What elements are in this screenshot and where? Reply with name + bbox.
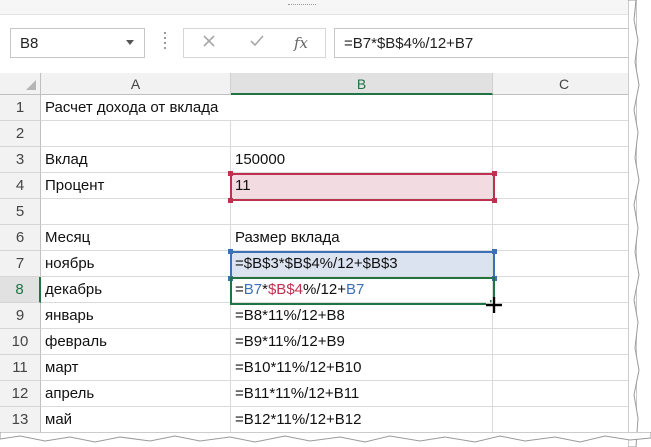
row-header[interactable]: 7	[0, 251, 41, 277]
cell-a3[interactable]: Вклад	[41, 147, 231, 173]
cell-a10[interactable]: февраль	[41, 329, 231, 355]
formula-part: $B$4	[267, 281, 304, 298]
row-header[interactable]: 9	[0, 303, 41, 329]
cell-a6[interactable]: Месяц	[41, 225, 231, 251]
formula-part: =	[235, 281, 244, 298]
cell-b2[interactable]	[231, 121, 493, 147]
cell-b10[interactable]: =B9*11%/12+B9	[231, 329, 493, 355]
name-box-value: B8	[20, 35, 39, 52]
cell-b9[interactable]: =B8*11%/12+B8	[231, 303, 493, 329]
column-header-a[interactable]: A	[41, 73, 231, 95]
row-header[interactable]: 12	[0, 381, 41, 407]
cell-a13[interactable]: май	[41, 407, 231, 433]
name-box[interactable]: B8	[10, 28, 145, 58]
worksheet-grid[interactable]: A B C 1 Расчет дохода от вклада 2 3 Вклад 150…	[0, 73, 636, 441]
cell-b5[interactable]	[231, 199, 493, 225]
cell-c3[interactable]	[493, 147, 636, 173]
cell-c1[interactable]	[493, 95, 636, 121]
formula-buttons: fx	[183, 28, 326, 58]
cell-b13[interactable]: =B12*11%/12+B12	[231, 407, 493, 433]
column-header-b[interactable]: B	[231, 73, 493, 95]
row-header[interactable]: 6	[0, 225, 41, 251]
cell-a9[interactable]: январь	[41, 303, 231, 329]
cell-c4[interactable]	[493, 173, 636, 199]
cell-a2[interactable]	[41, 121, 231, 147]
cell-a8[interactable]: декабрь	[41, 277, 231, 303]
cell-c11[interactable]	[493, 355, 636, 381]
column-header-c[interactable]: C	[493, 73, 636, 95]
cell-b11[interactable]: =B10*11%/12+B10	[231, 355, 493, 381]
cell-c8[interactable]	[493, 277, 636, 303]
formula-input[interactable]: =B7*$B$4%/12+B7	[334, 28, 636, 58]
row-header[interactable]: 2	[0, 121, 41, 147]
check-icon[interactable]	[244, 32, 270, 54]
cell-c6[interactable]	[493, 225, 636, 251]
row-header[interactable]: 8	[0, 277, 41, 303]
cell-a12[interactable]: апрель	[41, 381, 231, 407]
drag-handle-icon[interactable]	[163, 32, 167, 54]
cell-b6[interactable]: Размер вклада	[231, 225, 493, 251]
row-header[interactable]: 3	[0, 147, 41, 173]
fill-cursor-icon	[486, 297, 502, 313]
formula-part: B7	[243, 281, 263, 298]
formula-part: %/12+	[303, 281, 346, 298]
spreadsheet-window: B8 fx =B7*$B$4%/12+B7 A B C 1 Расчет дохо…	[0, 0, 637, 441]
cell-c13[interactable]	[493, 407, 636, 433]
cell-c9[interactable]	[493, 303, 636, 329]
row-header[interactable]: 11	[0, 355, 41, 381]
cell-a11[interactable]: март	[41, 355, 231, 381]
formula-input-value: =B7*$B$4%/12+B7	[344, 35, 474, 52]
cell-b12[interactable]: =B11*11%/12+B11	[231, 381, 493, 407]
select-all-button[interactable]	[0, 73, 41, 95]
cell-a7[interactable]: ноябрь	[41, 251, 231, 277]
cell-b7[interactable]: =$B$3*$B$4%/12+$B$3	[231, 251, 493, 277]
cell-b1[interactable]	[231, 95, 493, 121]
formula-part: B7	[345, 281, 365, 298]
row-header[interactable]: 4	[0, 173, 41, 199]
cell-c7[interactable]	[493, 251, 636, 277]
cell-c2[interactable]	[493, 121, 636, 147]
close-icon[interactable]	[196, 32, 222, 54]
cell-c10[interactable]	[493, 329, 636, 355]
cell-b3[interactable]: 150000	[231, 147, 493, 173]
torn-edge-bottom	[0, 432, 651, 443]
ribbon-edge	[0, 0, 636, 15]
row-header[interactable]: 10	[0, 329, 41, 355]
row-header[interactable]: 1	[0, 95, 41, 121]
cell-b8-editing[interactable]: =B7*$B$4%/12+B7	[231, 277, 493, 303]
cell-c5[interactable]	[493, 199, 636, 225]
chevron-down-icon[interactable]	[126, 40, 134, 45]
row-header[interactable]: 5	[0, 199, 41, 225]
cell-c12[interactable]	[493, 381, 636, 407]
cell-a5[interactable]	[41, 199, 231, 225]
cell-b4[interactable]: 11	[231, 173, 493, 199]
insert-function-button[interactable]: fx	[288, 32, 314, 54]
row-header[interactable]: 13	[0, 407, 41, 433]
cell-a1[interactable]: Расчет дохода от вклада	[41, 95, 231, 121]
torn-edge-right	[628, 0, 640, 447]
cell-a4[interactable]: Процент	[41, 173, 231, 199]
